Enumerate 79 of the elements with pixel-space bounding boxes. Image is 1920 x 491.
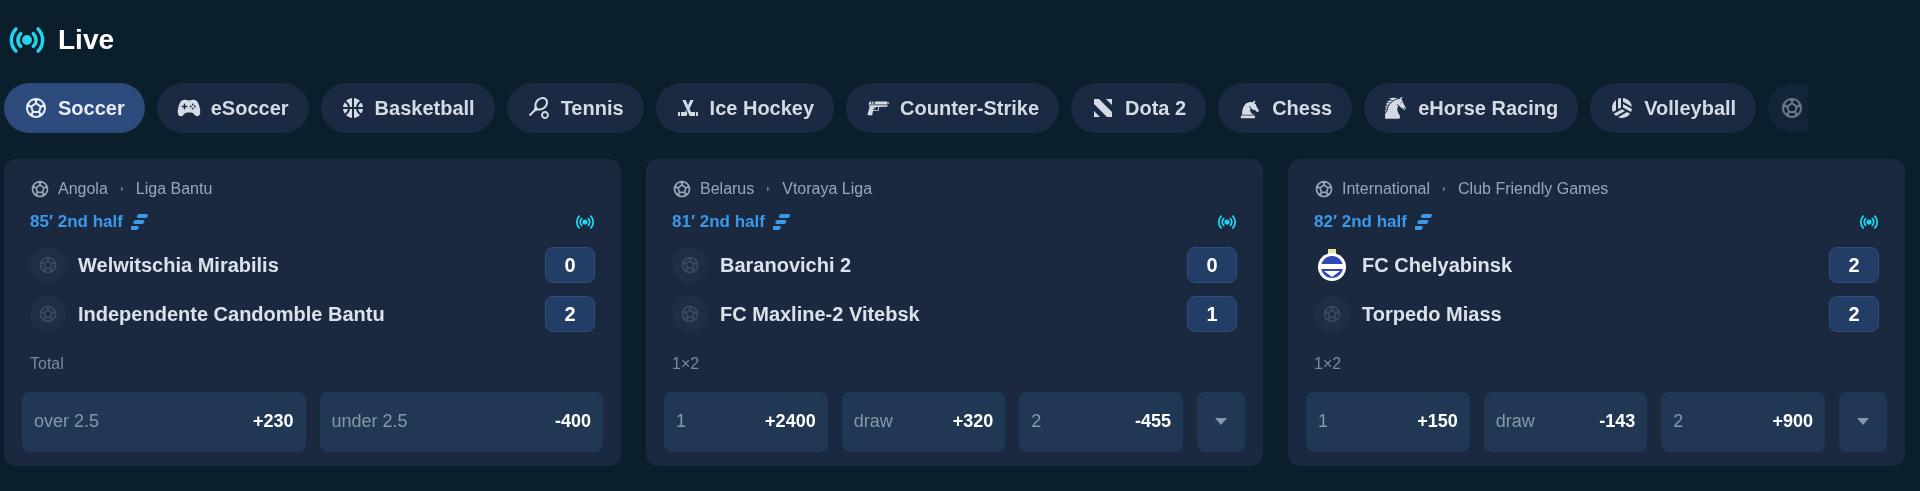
country-name: Belarus [700, 179, 755, 199]
match-time: 81′ 2nd half [672, 211, 765, 233]
sport-tab[interactable]: Volleyball [1590, 83, 1757, 133]
match-time: 82′ 2nd half [1314, 211, 1407, 233]
country-name: International [1342, 179, 1431, 199]
stats-icon [772, 211, 793, 232]
match-card[interactable]: Angola Liga Bantu 85′ 2nd half Welwitschia Mirabilis 0 Independente Candomble Bantu 2 Total over 2.5 +230 under 2.5 -400 [4, 159, 621, 466]
market-name: 1×2 [671, 353, 701, 374]
league-name: Liga Bantu [135, 179, 213, 199]
team-name: Baranovichi 2 [720, 252, 853, 278]
league-name: Vtoraya Liga [782, 179, 873, 199]
team-name: Torpedo Miass [1362, 301, 1503, 327]
odds-value: +900 [1772, 410, 1813, 433]
market-name: Total [29, 353, 65, 374]
more-markets-button[interactable] [1839, 391, 1887, 452]
tennis-racket-icon [526, 96, 551, 120]
page-title: Live [58, 23, 115, 57]
sport-tab[interactable]: Chess [1218, 83, 1353, 133]
league-name: Club Friendly Games [1458, 179, 1609, 199]
crossed-blades-icon [1091, 96, 1115, 120]
outcome-label: 1 [1318, 410, 1328, 433]
sport-tab[interactable]: Soccer [4, 83, 145, 133]
market-name: 1×2 [1313, 353, 1343, 374]
odds-value: +150 [1417, 410, 1458, 433]
outcome-label: under 2.5 [331, 410, 408, 433]
outcome-label: 2 [1673, 410, 1684, 433]
odds-button[interactable]: over 2.5 +230 [22, 391, 306, 452]
stats-icon [1414, 211, 1435, 232]
team-name: Independente Candomble Bantu [78, 301, 386, 327]
sport-tab[interactable]: Counter-Strike [846, 83, 1059, 133]
team-placeholder-icon [1314, 295, 1350, 332]
outcome-label: 2 [1031, 410, 1042, 433]
team-placeholder-icon [30, 246, 66, 283]
odds-button[interactable]: 1 +2400 [664, 391, 828, 452]
volleyball-icon [1610, 96, 1635, 120]
odds-value: -455 [1135, 410, 1171, 433]
country-name: Angola [58, 179, 108, 199]
odds-value: -400 [554, 410, 591, 433]
outcome-label: over 2.5 [34, 410, 100, 433]
team-score: 2 [545, 295, 595, 332]
basketball-icon [340, 96, 365, 120]
sport-tab[interactable]: Basketball [320, 83, 495, 133]
team-placeholder-icon [672, 246, 708, 283]
sport-tab[interactable]: eHorse Racing [1364, 83, 1579, 133]
odds-value: +320 [952, 410, 994, 433]
odds-button[interactable]: 1 +150 [1306, 391, 1470, 452]
outcome-label: 1 [676, 410, 686, 433]
stats-icon [130, 211, 151, 232]
caret-icon [1215, 418, 1227, 425]
outcome-label: draw [1495, 410, 1535, 433]
odds-button[interactable]: 2 +900 [1661, 391, 1825, 452]
team-name: Welwitschia Mirabilis [78, 252, 280, 278]
team-placeholder-icon [30, 295, 66, 332]
more-markets-button[interactable] [1197, 391, 1245, 452]
team-score: 2 [1829, 246, 1879, 283]
team-name: FC Chelyabinsk [1362, 252, 1514, 278]
caret-icon [1857, 418, 1869, 425]
team-score: 0 [545, 246, 595, 283]
team-score: 0 [1187, 246, 1237, 283]
sport-tab[interactable]: Ice Hockey [655, 83, 835, 133]
team-score: 2 [1829, 295, 1879, 332]
sport-tab[interactable]: Tennis [506, 83, 644, 133]
odds-button[interactable]: 2 -455 [1019, 391, 1183, 452]
match-card[interactable]: International Club Friendly Games 82′ 2nd half FC Chelyabinsk 2 Torpedo Miass 2 1×2 1 +150 draw -143 2 +900 [1288, 159, 1905, 466]
sport-tab[interactable]: eSoccer [156, 83, 309, 133]
odds-button[interactable]: draw -143 [1483, 391, 1648, 452]
team-score: 1 [1187, 295, 1237, 332]
odds-value: +230 [252, 410, 294, 433]
outcome-label: draw [853, 410, 893, 433]
match-card[interactable]: Belarus Vtoraya Liga 81′ 2nd half Baranovichi 2 0 FC Maxline-2 Vitebsk 1 1×2 1 +2400 draw +320 2 -455 [646, 159, 1263, 466]
odds-value: -143 [1599, 410, 1636, 433]
match-time: 85′ 2nd half [30, 211, 123, 233]
horse-head-icon [1384, 96, 1409, 120]
sport-tab[interactable]: Dota 2 [1071, 83, 1207, 133]
odds-button[interactable]: draw +320 [841, 391, 1006, 452]
odds-value: +2400 [765, 410, 816, 433]
odds-button[interactable]: under 2.5 -400 [319, 391, 603, 452]
team-name: FC Maxline-2 Vitebsk [720, 301, 921, 327]
team-placeholder-icon [672, 295, 708, 332]
